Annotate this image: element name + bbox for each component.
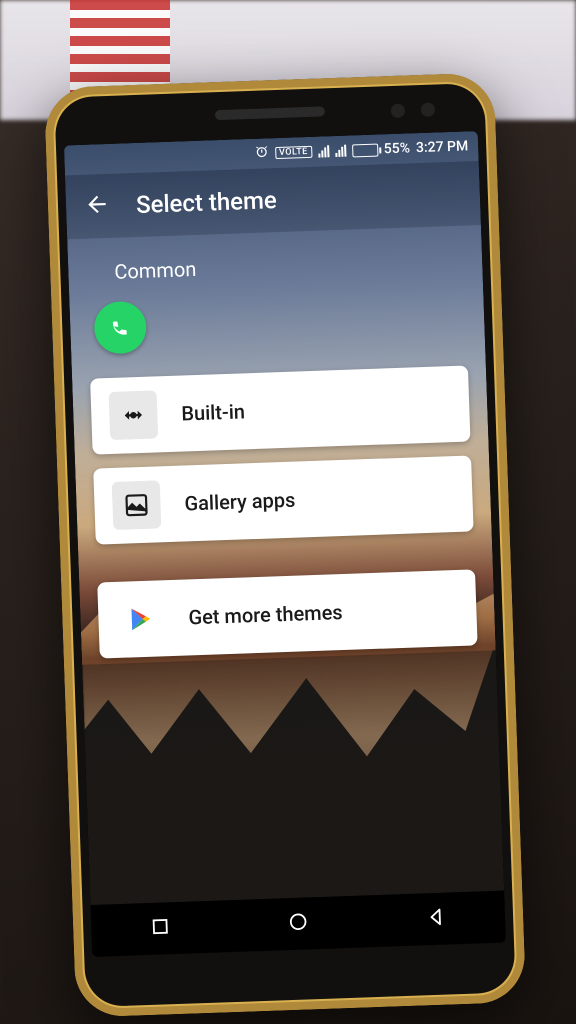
signal-icon-1 bbox=[318, 145, 329, 157]
battery-icon bbox=[352, 143, 378, 157]
option-more-label: Get more themes bbox=[188, 600, 343, 629]
section-label-common: Common bbox=[114, 248, 465, 284]
option-builtin-label: Built-in bbox=[181, 399, 245, 425]
whatsapp-icon[interactable] bbox=[93, 301, 147, 355]
theme-preview-row bbox=[87, 290, 467, 355]
back-button[interactable] bbox=[84, 191, 111, 222]
phone-frame: VOLTE 55% 3:27 PM Select theme Common bbox=[44, 72, 526, 1017]
nav-home-button[interactable] bbox=[287, 910, 310, 937]
clock-time: 3:27 PM bbox=[416, 138, 469, 156]
option-gallery-label: Gallery apps bbox=[184, 488, 296, 516]
option-gallery[interactable]: Gallery apps bbox=[93, 455, 473, 544]
builtin-icon bbox=[109, 390, 159, 440]
phone-earpiece bbox=[215, 106, 325, 120]
content-area: Common Built-in Gallery apps bbox=[67, 225, 496, 687]
nav-back-button[interactable] bbox=[425, 906, 448, 933]
nav-recent-button[interactable] bbox=[149, 915, 172, 942]
gallery-icon bbox=[112, 480, 162, 530]
signal-icon-2 bbox=[335, 145, 346, 157]
phone-sensor bbox=[391, 104, 405, 118]
page-title: Select theme bbox=[136, 186, 278, 219]
option-more-themes[interactable]: Get more themes bbox=[97, 569, 477, 658]
play-store-icon bbox=[116, 594, 166, 644]
volte-badge: VOLTE bbox=[275, 146, 312, 159]
phone-screen: VOLTE 55% 3:27 PM Select theme Common bbox=[64, 131, 506, 957]
option-builtin[interactable]: Built-in bbox=[90, 366, 470, 455]
phone-camera bbox=[421, 103, 435, 117]
alarm-icon bbox=[254, 144, 270, 164]
battery-percent: 55% bbox=[384, 140, 411, 157]
